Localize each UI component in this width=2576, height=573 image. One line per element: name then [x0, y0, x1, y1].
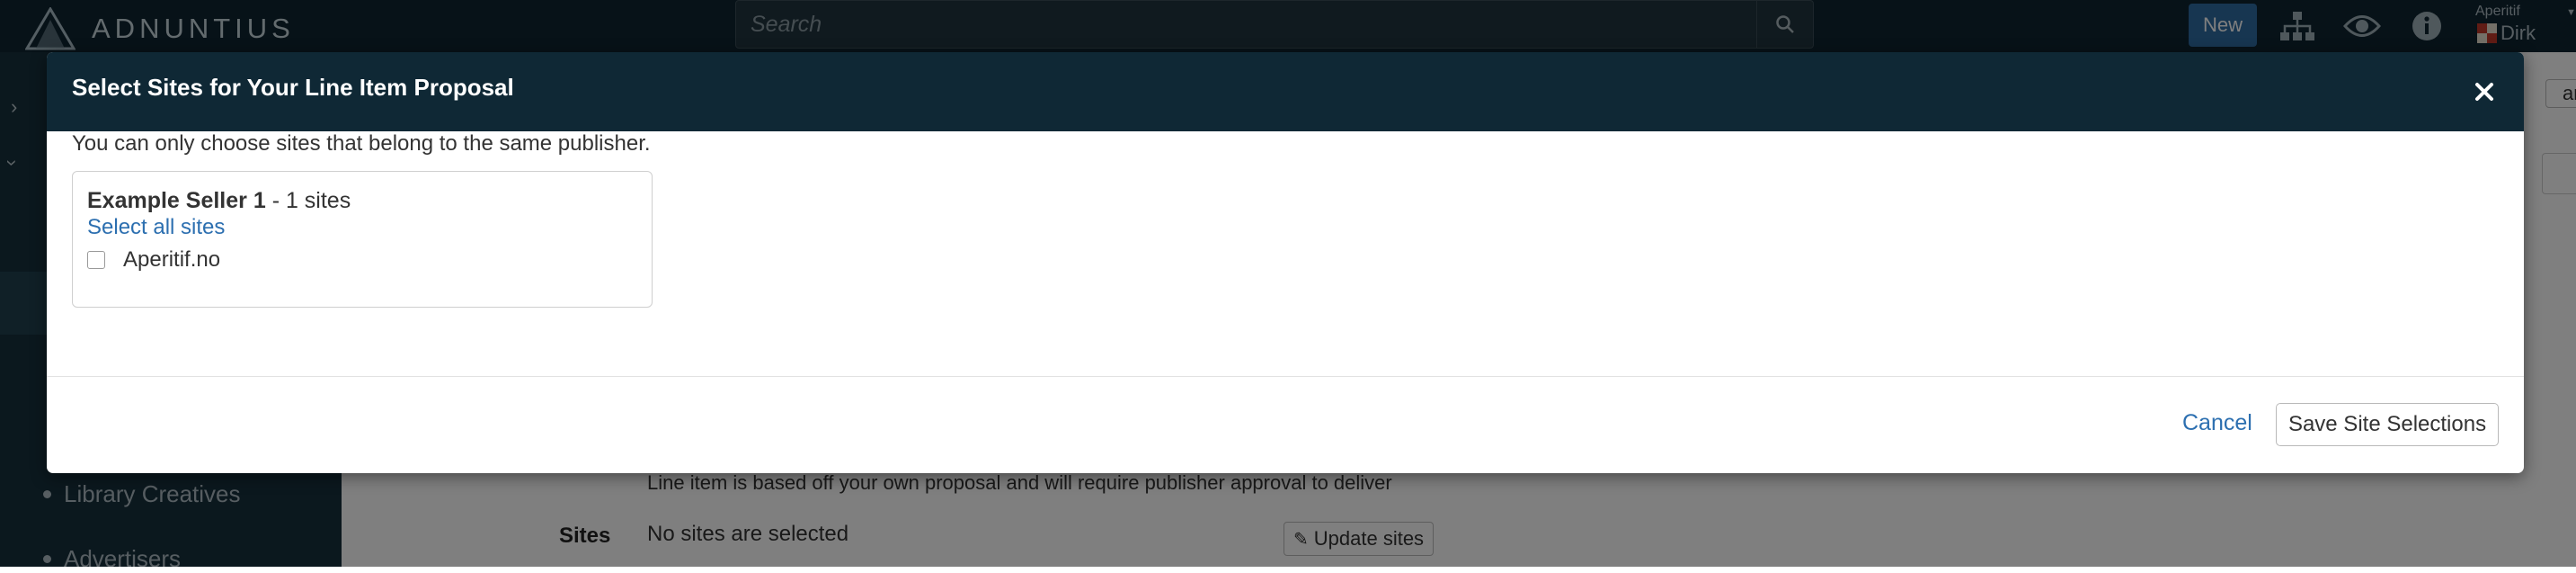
modal-footer-divider — [47, 376, 2524, 377]
publisher-restriction-note: You can only choose sites that belong to… — [72, 131, 651, 156]
close-icon — [2475, 83, 2493, 101]
modal-header: Select Sites for Your Line Item Proposal — [47, 52, 2524, 131]
select-all-sites-link[interactable]: Select all sites — [87, 215, 225, 240]
app-root: ADNUNTIUS New — [0, 0, 2576, 572]
select-sites-modal: Select Sites for Your Line Item Proposal… — [47, 52, 2524, 473]
site-checkbox[interactable] — [87, 251, 105, 269]
publisher-group: Example Seller 1 - 1 sites Select all si… — [72, 171, 653, 308]
close-button[interactable] — [2470, 77, 2499, 106]
cancel-button[interactable]: Cancel — [2182, 410, 2252, 436]
site-label: Aperitif.no — [123, 247, 221, 272]
publisher-site-count: - 1 sites — [271, 188, 351, 213]
save-site-selections-button[interactable]: Save Site Selections — [2276, 403, 2499, 446]
publisher-heading: Example Seller 1 - 1 sites — [87, 188, 351, 214]
publisher-name: Example Seller 1 — [87, 188, 266, 213]
site-option[interactable]: Aperitif.no — [87, 247, 220, 273]
modal-title: Select Sites for Your Line Item Proposal — [72, 74, 514, 101]
